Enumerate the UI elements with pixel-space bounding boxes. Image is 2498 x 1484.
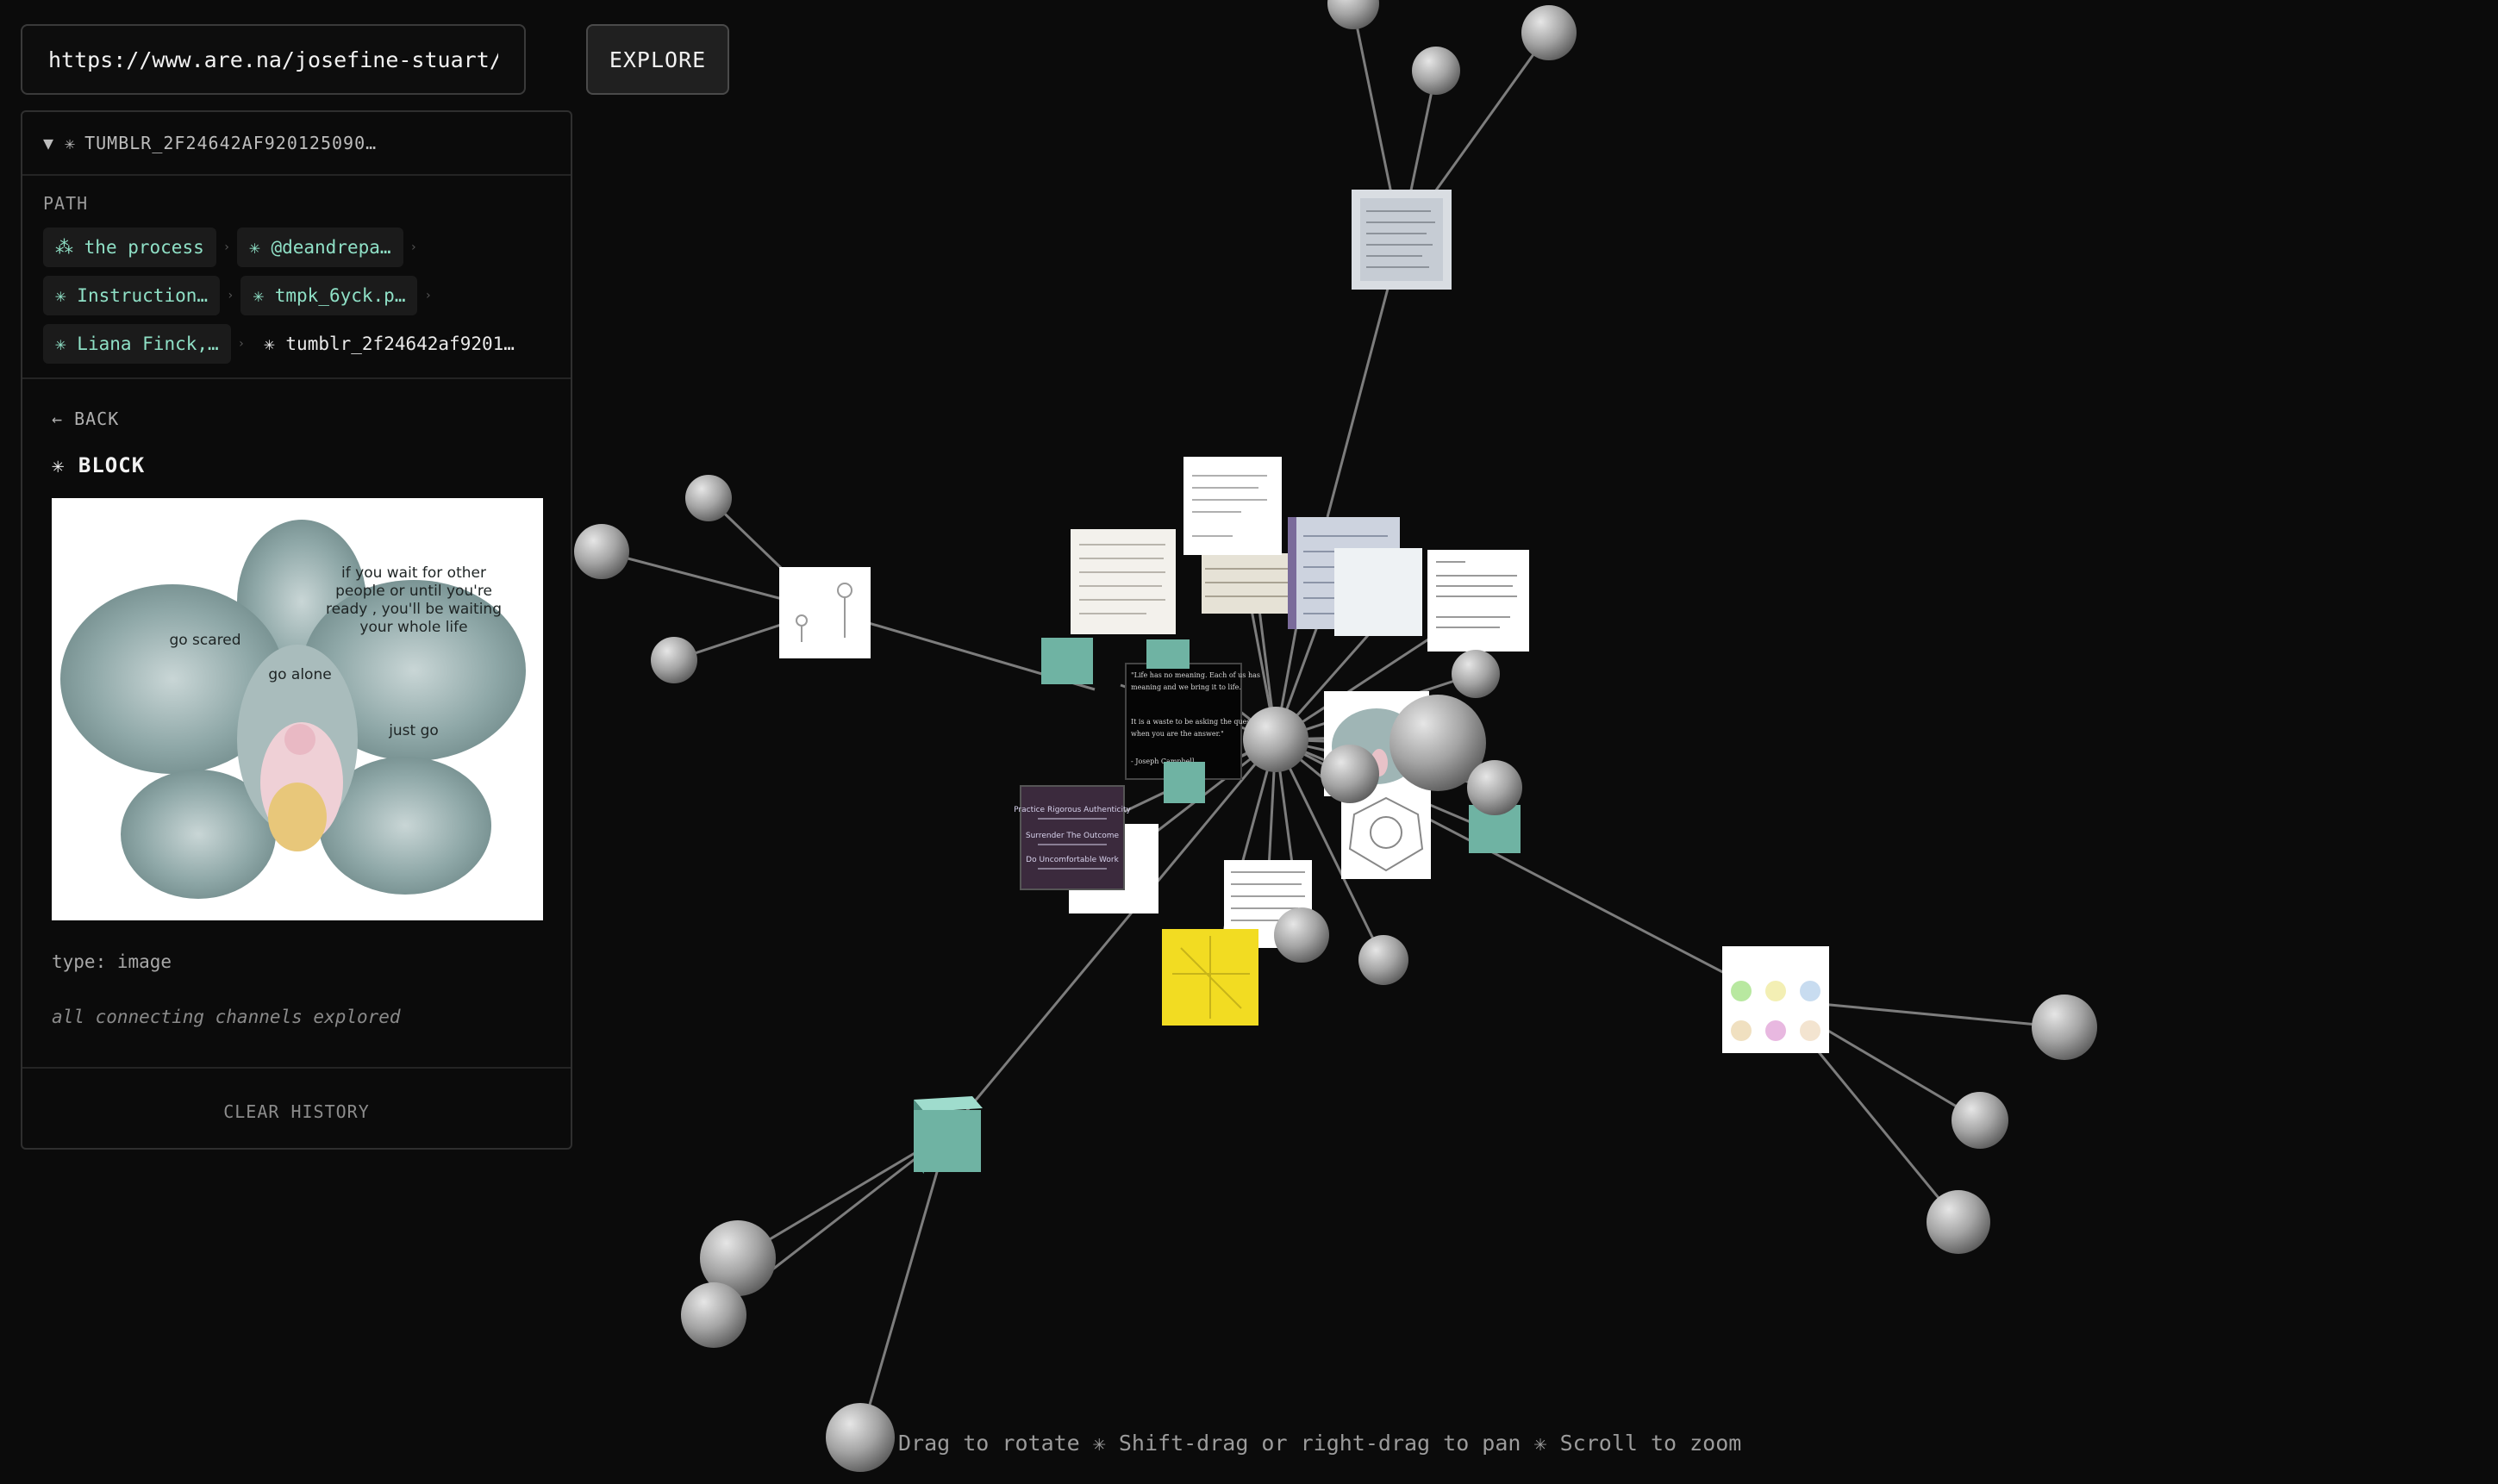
cube-node <box>1041 638 1093 684</box>
sphere-node <box>2032 995 2097 1060</box>
breadcrumb-row: ✳ Instruction… › ✳ tmpk_6yck.p… › <box>43 276 550 315</box>
sphere-node <box>1412 47 1460 95</box>
svg-text:It is a waste to be asking the: It is a waste to be asking the question <box>1131 718 1264 726</box>
graph-card-notebook[interactable] <box>1352 190 1452 290</box>
sphere-node <box>1321 745 1379 803</box>
breadcrumb-item-current: ✳ tumblr_2f24642af9201… <box>252 324 527 364</box>
sphere-node <box>1243 707 1308 772</box>
practice-text-3: Do Uncomfortable Work <box>1026 856 1119 864</box>
breadcrumb-row: ⁂ the process › ✳ @deandrepa… › <box>43 228 550 267</box>
orchid-quote-line: if you wait for other <box>341 564 486 582</box>
cube-node <box>1146 639 1190 669</box>
asterisk-icon: ✳ <box>55 334 78 354</box>
sphere-node <box>1274 907 1329 963</box>
path-section: PATH ⁂ the process › ✳ @deandrepa… › ✳ I… <box>22 176 571 379</box>
block-title: ✳ BLOCK <box>52 453 146 477</box>
orchid-text-scared: go scared <box>169 632 240 649</box>
graph-card-circles[interactable] <box>1722 946 1829 1053</box>
graph-card-light[interactable] <box>1334 548 1422 636</box>
explore-button[interactable]: EXPLORE <box>586 24 729 95</box>
svg-text:when you are the answer.": when you are the answer." <box>1131 730 1224 738</box>
controls-hint: Drag to rotate ✳ Shift-drag or right-dra… <box>898 1431 1742 1456</box>
block-image[interactable]: if you wait for other people or until yo… <box>52 498 543 920</box>
sphere-node <box>685 475 732 521</box>
sphere-node <box>1467 760 1522 815</box>
panel-header-toggle[interactable]: ▼ ✳ TUMBLR_2F24642AF920125090… <box>22 112 571 176</box>
breadcrumb-item-the-process[interactable]: ⁂ the process <box>43 228 216 267</box>
orchid-quote-line: ready , you'll be waiting <box>326 601 502 618</box>
sparkles-icon: ⁂ <box>55 237 84 258</box>
sphere-node <box>826 1403 895 1472</box>
sphere-node <box>1327 0 1379 29</box>
sphere-node <box>574 524 629 579</box>
breadcrumb-label: tmpk_6yck.p… <box>274 285 406 306</box>
graph-card-text-1[interactable] <box>1071 529 1176 634</box>
orchid-image: if you wait for other people or until yo… <box>60 520 526 899</box>
chevron-right-icon: › <box>424 289 432 302</box>
block-type: type: image <box>52 951 172 972</box>
clear-history-button[interactable]: CLEAR HISTORY <box>22 1069 571 1151</box>
breadcrumb-label: Instruction… <box>77 285 209 306</box>
asterisk-icon: ✳ <box>55 285 78 306</box>
chevron-right-icon: › <box>409 240 417 254</box>
history-panel: ▼ ✳ TUMBLR_2F24642AF920125090… PATH ⁂ th… <box>21 110 572 1150</box>
explored-note: all connecting channels explored <box>52 1007 401 1027</box>
sphere-node <box>651 637 697 683</box>
graph-card-table[interactable] <box>1202 553 1291 614</box>
cube-node <box>1164 762 1205 803</box>
sphere-node <box>1521 5 1577 60</box>
breadcrumb-row: ✳ Liana Finck,… › ✳ tumblr_2f24642af9201… <box>43 324 550 364</box>
svg-text:meaning and we bring it to lif: meaning and we bring it to life. <box>1131 683 1241 691</box>
graph-card-yellow[interactable] <box>1162 929 1258 1026</box>
orchid-quote-line: your whole life <box>359 619 467 636</box>
chevron-right-icon: › <box>222 240 231 254</box>
breadcrumb-item-instruction[interactable]: ✳ Instruction… <box>43 276 221 315</box>
breadcrumb-item-liana-finck[interactable]: ✳ Liana Finck,… <box>43 324 231 364</box>
orchid-text-just: just go <box>388 722 439 739</box>
graph-card-drawing[interactable] <box>779 567 871 658</box>
breadcrumb-item-tmpk[interactable]: ✳ tmpk_6yck.p… <box>240 276 418 315</box>
graph-card-text-2[interactable] <box>1183 457 1282 555</box>
url-input[interactable] <box>21 24 526 95</box>
breadcrumb-label: the process <box>84 237 204 258</box>
cube-node-large <box>914 1096 983 1174</box>
asterisk-icon: ✳ <box>65 133 77 153</box>
breadcrumb-item-deandrepa[interactable]: ✳ @deandrepa… <box>237 228 403 267</box>
graph-card-diagram[interactable] <box>1341 789 1431 879</box>
asterisk-icon: ✳ <box>249 237 272 258</box>
orchid-text-alone: go alone <box>268 666 331 683</box>
panel-header-label: TUMBLR_2F24642AF920125090… <box>84 133 378 153</box>
asterisk-icon: ✳ <box>253 285 275 306</box>
sphere-node <box>1952 1092 2008 1149</box>
breadcrumb-label: @deandrepa… <box>271 237 391 258</box>
chevron-right-icon: › <box>227 289 234 302</box>
breadcrumb-label: Liana Finck,… <box>77 334 219 354</box>
block-section: ← BACK ✳ BLOCK if you wait for other peo… <box>22 379 571 1069</box>
graph-card-quote[interactable]: "Life has no meaning. Each of us has mea… <box>1125 663 1264 780</box>
asterisk-icon: ✳ <box>264 334 286 354</box>
chevron-right-icon: › <box>237 337 246 351</box>
path-label: PATH <box>43 193 89 214</box>
graph-card-doc[interactable] <box>1427 550 1529 652</box>
practice-text-1: Practice Rigorous Authenticity <box>1014 806 1131 814</box>
sphere-node <box>1927 1190 1990 1254</box>
collapse-triangle-icon[interactable]: ▼ <box>43 133 54 153</box>
breadcrumb-label: tumblr_2f24642af9201… <box>285 334 515 354</box>
sphere-node <box>1358 935 1408 985</box>
svg-text:"Life has no meaning. Each of: "Life has no meaning. Each of us has <box>1131 671 1260 679</box>
back-button[interactable]: ← BACK <box>52 408 541 429</box>
sphere-node <box>1452 650 1500 698</box>
practice-text-2: Surrender The Outcome <box>1026 832 1120 840</box>
orchid-quote-line: people or until you're <box>335 583 492 600</box>
sphere-node <box>681 1282 746 1348</box>
